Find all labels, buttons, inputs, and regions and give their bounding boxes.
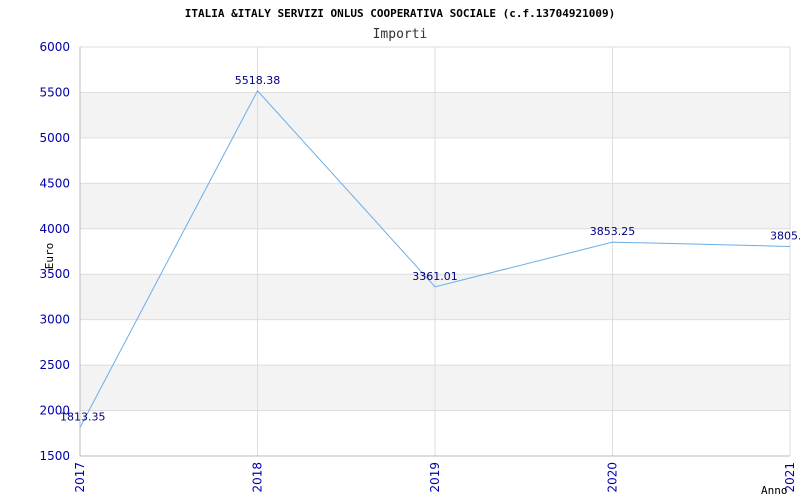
y-tick-label: 3000 [39,313,70,327]
x-tick-labels: 2017 2018 2019 2020 2021 [73,462,797,493]
y-tick-label: 4500 [39,176,70,190]
y-tick-label: 6000 [39,40,70,54]
x-tick-label: 2019 [428,462,442,493]
y-tick-label: 1500 [39,449,70,463]
data-label: 3805.5 [770,229,800,242]
x-tick-label: 2018 [251,462,265,493]
chart-subtitle: Importi [373,27,428,42]
x-axis-label: Anno [761,484,788,497]
chart-title: ITALIA &ITALY SERVIZI ONLUS COOPERATIVA … [185,7,615,20]
y-tick-label: 4000 [39,222,70,236]
y-axis-label: Euro [43,243,56,270]
data-label: 1813.35 [60,411,106,424]
data-label: 3853.25 [590,225,636,238]
x-tick-label: 2017 [73,462,87,493]
y-tick-label: 5500 [39,85,70,99]
y-tick-label: 5000 [39,131,70,145]
x-tick-label: 2020 [606,462,620,493]
data-label: 5518.38 [235,74,281,87]
line-chart: 1500200025003000350040004500500055006000… [39,7,800,497]
chart-container: 1500 2000 2500 3000 3500 4000 4500 5000 5500 6000… [0,0,800,500]
data-label: 3361.01 [412,270,458,283]
y-tick-label: 2500 [39,358,70,372]
